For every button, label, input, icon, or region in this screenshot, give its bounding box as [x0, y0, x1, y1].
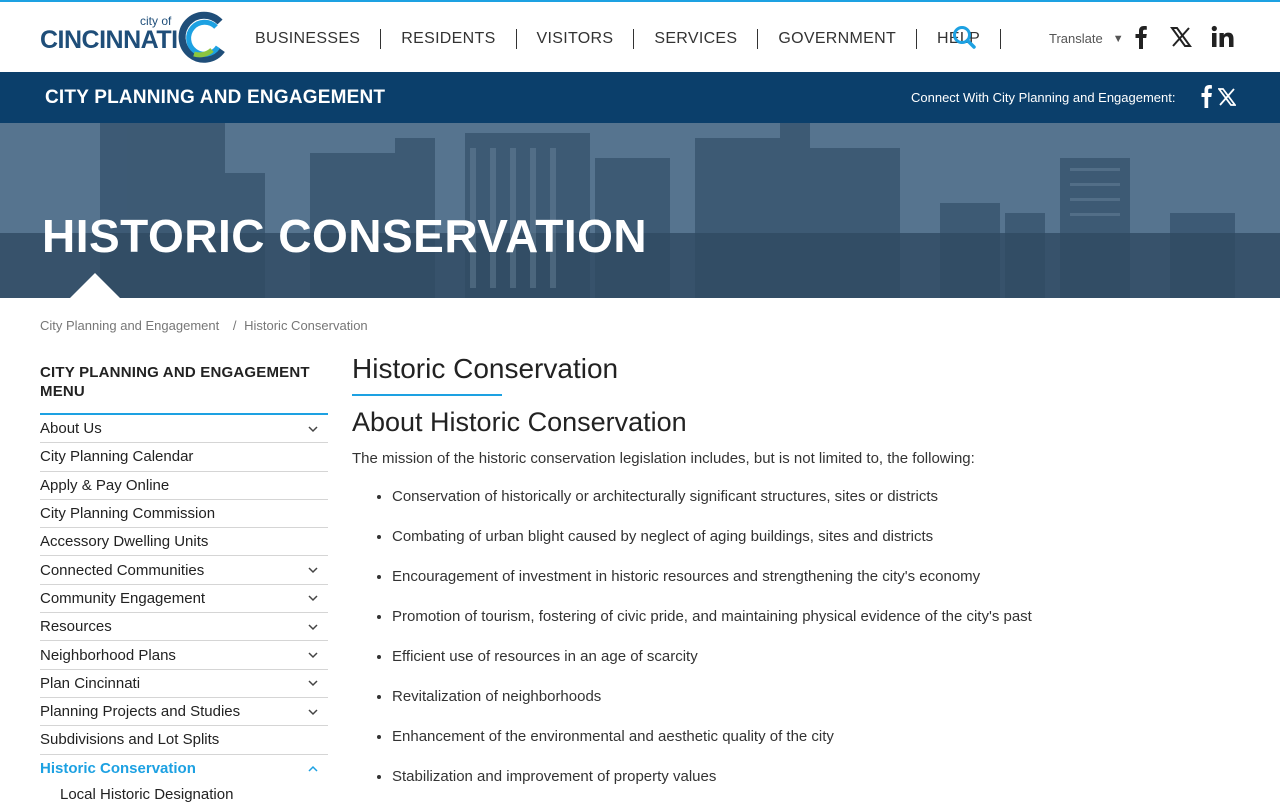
- translate-label: Translate: [1049, 31, 1103, 46]
- sidebar-menu: CITY PLANNING AND ENGAGEMENT MENU About …: [40, 363, 328, 807]
- sidebar-subitem[interactable]: Local Historic Designation: [40, 783, 328, 807]
- city-logo[interactable]: city of CINCINNATI: [40, 10, 230, 66]
- sidebar-item-historic-conservation[interactable]: Historic Conservation: [40, 755, 328, 783]
- nav-separator: [380, 29, 382, 49]
- hero-title: HISTORIC CONSERVATION: [42, 210, 648, 262]
- site-header: city of CINCINNATI BUSINESSES RESIDENTS VI…: [0, 2, 1280, 72]
- nav-separator: [916, 29, 918, 49]
- sidebar-item-city-planning-commission[interactable]: City Planning Commission: [40, 500, 328, 529]
- title-underline: [352, 394, 502, 396]
- sidebar-item-label: Resources: [40, 618, 112, 636]
- sidebar-item-plan-cincinnati[interactable]: Plan Cincinnati: [40, 670, 328, 698]
- sidebar-item-subdivisions-and-lot-splits[interactable]: Subdivisions and Lot Splits: [40, 726, 328, 755]
- hero-notch: [70, 273, 120, 298]
- facebook-icon[interactable]: [1130, 24, 1154, 50]
- chevron-down-icon[interactable]: [306, 422, 320, 436]
- logo-swirl-icon: [178, 11, 225, 63]
- list-item: Combating of urban blight caused by negl…: [392, 527, 1232, 567]
- sidebar-item-label: Connected Communities: [40, 561, 205, 579]
- main-content: Historic Conservation About Historic Con…: [352, 352, 1232, 807]
- nav-item-services[interactable]: SERVICES: [654, 30, 737, 48]
- sidebar-item-label: City Planning Calendar: [40, 448, 194, 466]
- sidebar-item-connected-communities[interactable]: Connected Communities: [40, 556, 328, 585]
- translate-dropdown[interactable]: Translate ▼: [1049, 31, 1124, 46]
- sidebar-item-label: Apply & Pay Online: [40, 476, 170, 494]
- nav-item-businesses[interactable]: BUSINESSES: [255, 30, 360, 48]
- list-item: Enhancement of the environmental and aes…: [392, 727, 1232, 767]
- department-bar: CITY PLANNING AND ENGAGEMENT Connect Wit…: [0, 72, 1280, 123]
- sidebar-item-city-planning-calendar[interactable]: City Planning Calendar: [40, 443, 328, 472]
- sidebar-item-label: Community Engagement: [40, 589, 206, 607]
- sidebar-item-planning-projects-and-studies[interactable]: Planning Projects and Studies: [40, 698, 328, 727]
- sidebar-item-community-engagement[interactable]: Community Engagement: [40, 585, 328, 614]
- department-title[interactable]: CITY PLANNING AND ENGAGEMENT: [45, 87, 385, 109]
- chevron-down-icon[interactable]: [306, 705, 320, 719]
- nav-item-government[interactable]: GOVERNMENT: [778, 30, 896, 48]
- section-heading: About Historic Conservation: [352, 407, 687, 437]
- sidebar-item-accessory-dwelling-units[interactable]: Accessory Dwelling Units: [40, 528, 328, 557]
- search-icon[interactable]: [951, 24, 977, 50]
- nav-item-residents[interactable]: RESIDENTS: [401, 30, 495, 48]
- chevron-down-icon[interactable]: [306, 648, 320, 662]
- list-item: Promotion of tourism, fostering of civic…: [392, 607, 1232, 647]
- nav-item-visitors[interactable]: VISITORS: [537, 30, 614, 48]
- chevron-down-icon[interactable]: [306, 676, 320, 690]
- nav-separator: [633, 29, 635, 49]
- sidebar-item-label: Accessory Dwelling Units: [40, 533, 209, 551]
- sidebar-item-label: Neighborhood Plans: [40, 646, 176, 664]
- breadcrumb-current[interactable]: Historic Conservation: [244, 318, 368, 333]
- list-item: Conservation of historically or architec…: [392, 487, 1232, 527]
- sidebar-item-label: Subdivisions and Lot Splits: [40, 731, 220, 749]
- list-item: Revitalization of neighborhoods: [392, 687, 1232, 727]
- intro-text: The mission of the historic conservation…: [352, 450, 975, 467]
- sidebar-item-label: City Planning Commission: [40, 505, 216, 523]
- chevron-down-icon[interactable]: [306, 563, 320, 577]
- hero-banner: HISTORIC CONSERVATION: [0, 123, 1280, 298]
- chevron-up-icon[interactable]: [306, 762, 320, 776]
- list-item: Stabilization and improvement of propert…: [392, 767, 1232, 807]
- dept-x-icon[interactable]: [1218, 88, 1236, 106]
- nav-separator: [515, 29, 517, 49]
- chevron-down-icon[interactable]: [306, 620, 320, 634]
- page-title: Historic Conservation: [352, 353, 619, 384]
- mission-list: Conservation of historically or architec…: [352, 487, 1232, 807]
- linkedin-icon[interactable]: [1211, 24, 1235, 50]
- nav-separator: [1000, 29, 1002, 49]
- logo-name: CINCINNATI: [40, 26, 178, 54]
- dept-facebook-icon[interactable]: [1200, 84, 1214, 108]
- connect-label: Connect With City Planning and Engagemen…: [911, 90, 1176, 105]
- sidebar-item-resources[interactable]: Resources: [40, 613, 328, 642]
- list-item: Efficient use of resources in an age of …: [392, 647, 1232, 687]
- sidebar-title: CITY PLANNING AND ENGAGEMENT MENU: [40, 363, 328, 415]
- x-icon[interactable]: [1169, 24, 1193, 50]
- sidebar-item-label: Historic Conservation: [40, 760, 196, 778]
- breadcrumb: City Planning and Engagement / Historic …: [40, 318, 368, 333]
- list-item: Encouragement of investment in historic …: [392, 567, 1232, 607]
- main-nav: BUSINESSES RESIDENTS VISITORS SERVICES GOVER…: [255, 26, 1002, 52]
- chevron-down-icon[interactable]: [306, 591, 320, 605]
- sidebar-item-label: Planning Projects and Studies: [40, 703, 241, 721]
- sidebar-item-label: About Us: [40, 420, 102, 438]
- breadcrumb-link-department[interactable]: City Planning and Engagement: [40, 318, 219, 333]
- sidebar-item-neighborhood-plans[interactable]: Neighborhood Plans: [40, 641, 328, 670]
- sidebar-item-label: Plan Cincinnati: [40, 674, 141, 692]
- sidebar-list: About Us City Planning Calendar Apply & Pa…: [40, 415, 328, 783]
- sidebar-item-about-us[interactable]: About Us: [40, 415, 328, 444]
- breadcrumb-separator: /: [232, 318, 237, 333]
- sidebar-item-apply-pay-online[interactable]: Apply & Pay Online: [40, 472, 328, 500]
- nav-separator: [757, 29, 759, 49]
- translate-arrow-icon: ▼: [1112, 32, 1124, 45]
